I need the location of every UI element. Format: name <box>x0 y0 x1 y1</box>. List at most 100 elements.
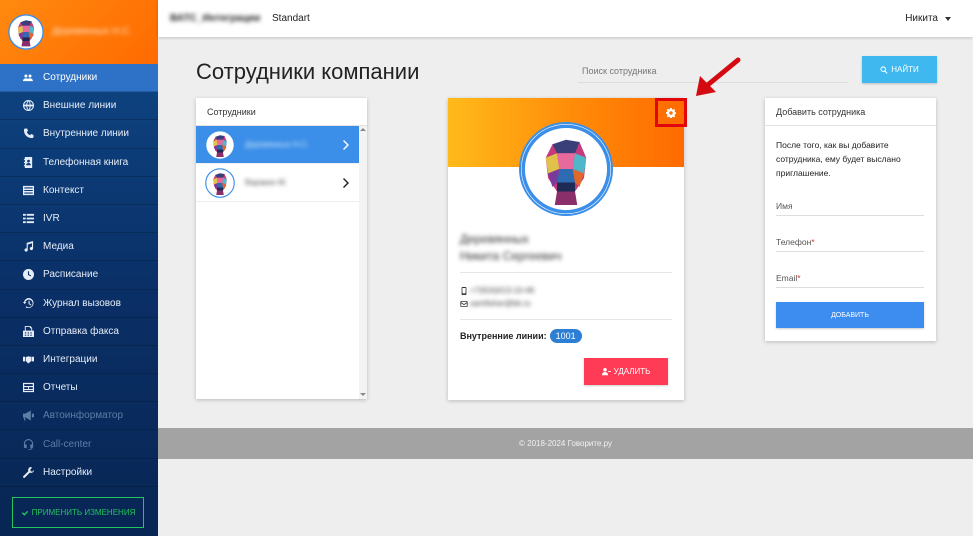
sidebar-item-13[interactable]: Автоинформатор <box>0 402 158 431</box>
search-icon <box>880 65 888 74</box>
employee-list-scrollbar[interactable] <box>359 126 367 399</box>
sidebar-item-5[interactable]: Контекст <box>0 177 158 205</box>
sidebar-item-12[interactable]: Отчеты <box>0 374 158 403</box>
users-icon <box>22 72 34 84</box>
sidebar-item-8[interactable]: Расписание <box>0 261 158 290</box>
sidebar-item-label: Настройки <box>43 466 93 478</box>
user-minus-icon <box>601 367 611 376</box>
sidebar-item-label: Автоинформатор <box>43 410 124 422</box>
card-divider <box>460 319 672 320</box>
phone-icon <box>22 128 34 140</box>
sidebar-item-label: Сотрудники <box>43 72 98 84</box>
sidebar-item-4[interactable]: Телефонная книга <box>0 149 158 177</box>
sidebar-item-10[interactable]: Отправка факса <box>0 318 158 346</box>
employee-avatar-small <box>205 168 235 198</box>
required-mark: * <box>797 273 801 283</box>
add-employee-button[interactable]: ДОБАВИТЬ <box>776 302 924 328</box>
employee-list-item[interactable]: Варакин М. <box>196 164 367 202</box>
employee-given-name: Никита Сергеевич <box>460 249 562 263</box>
employee-list-item[interactable]: Деревянных Н.С. <box>196 126 367 164</box>
clock-icon <box>22 269 34 281</box>
sidebar-item-2[interactable]: Внешние линии <box>0 92 158 121</box>
sidebar-item-label: Контекст <box>43 184 85 196</box>
wrench-icon <box>22 466 34 478</box>
check-icon <box>21 510 28 516</box>
sidebar-item-label: IVR <box>43 213 60 225</box>
employee-avatar-small <box>205 130 235 160</box>
sidebar-item-3[interactable]: Внутренние линии <box>0 120 158 149</box>
card-divider <box>460 272 672 273</box>
sidebar-item-label: Внутренние линии <box>43 128 129 140</box>
internal-lines-row: Внутренние линии: 1001 <box>460 329 582 343</box>
employee-list: Деревянных Н.С. Варакин М. <box>196 126 367 202</box>
internal-line-badge[interactable]: 1001 <box>549 329 582 343</box>
apply-changes-button[interactable]: ПРИМЕНИТЬ ИЗМЕНЕНИЯ <box>12 497 144 528</box>
internal-lines-label: Внутренние линии: <box>460 331 547 341</box>
sidebar-item-7[interactable]: Медиа <box>0 233 158 262</box>
sidebar-item-9[interactable]: Журнал вызовов <box>0 290 158 318</box>
required-mark: * <box>811 237 815 247</box>
scroll-up-icon[interactable] <box>360 128 366 131</box>
report-icon <box>22 382 34 394</box>
sidebar-item-15[interactable]: Настройки <box>0 459 158 487</box>
sidebar-item-label: Call-center <box>43 438 92 450</box>
sidebar-item-label: Отправка факса <box>43 325 119 337</box>
gear-icon <box>666 107 676 118</box>
sidebar-user-name: Деревянных Н.С. <box>52 26 133 37</box>
sidebar-item-11[interactable]: Интеграции <box>0 346 158 375</box>
globe-icon <box>22 100 34 112</box>
sidebar-item-label: Внешние линии <box>43 100 117 112</box>
employee-email: samfisher@bk.ru <box>470 299 531 308</box>
name-field-label: Имя <box>776 201 793 211</box>
add-employee-description: После того, как вы добавите сотрудника, … <box>776 140 901 178</box>
handshake-icon <box>22 353 34 365</box>
sidebar-item-label: Медиа <box>43 241 74 253</box>
apply-changes-label: ПРИМЕНИТЬ ИЗМЕНЕНИЯ <box>31 508 136 517</box>
delete-employee-label: УДАЛИТЬ <box>613 367 651 376</box>
search-button-label: НАЙТИ <box>891 65 919 74</box>
employee-phone: +7(916)013-10-46 <box>470 286 535 295</box>
list-icon <box>22 184 34 196</box>
plan-name: Standart <box>272 13 310 24</box>
ivr-icon <box>22 213 34 225</box>
employee-settings-button[interactable] <box>655 98 687 127</box>
delete-employee-button[interactable]: УДАЛИТЬ <box>584 358 668 385</box>
employee-profile-card: Деревянных Никита Сергеевич +7(916)013-1… <box>448 98 687 400</box>
phone-field[interactable]: Телефон * <box>776 230 924 252</box>
employee-surname: Деревянных <box>460 232 529 246</box>
sidebar: Деревянных Н.С. Сотрудники Внешние линии В… <box>0 0 158 536</box>
employee-list-name: Деревянных Н.С. <box>245 140 310 149</box>
sidebar-item-label: Телефонная книга <box>43 156 129 168</box>
employee-list-name: Варакин М. <box>245 178 288 187</box>
email-field-label: Email <box>776 273 798 283</box>
scroll-down-icon[interactable] <box>360 393 366 396</box>
chevron-right-icon <box>343 139 349 150</box>
fax-icon <box>22 325 34 337</box>
annotation-arrow-icon <box>696 57 741 96</box>
user-menu[interactable]: Никита <box>905 13 951 24</box>
company-name: ВАТС_Интеграции <box>170 13 261 24</box>
music-icon <box>22 241 34 253</box>
add-employee-header: Добавить сотрудника <box>765 98 936 126</box>
sidebar-item-label: Отчеты <box>43 382 78 394</box>
search-button[interactable]: НАЙТИ <box>862 56 937 83</box>
mobile-phone-icon <box>461 286 467 295</box>
megaphone-icon <box>22 410 34 422</box>
employee-full-name: Деревянных Никита Сергеевич <box>460 231 660 265</box>
name-field[interactable]: Имя <box>776 194 924 216</box>
phone-field-label: Телефон <box>776 237 812 247</box>
sidebar-profile[interactable]: Деревянных Н.С. <box>0 0 158 64</box>
employee-avatar <box>519 122 613 216</box>
employee-list-panel: Сотрудники Деревянных Н.С. Варакин М. <box>196 98 367 399</box>
top-bar: ВАТС_Интеграции Standart Никита <box>158 0 973 37</box>
sidebar-item-6[interactable]: IVR <box>0 205 158 234</box>
sidebar-item-label: Журнал вызовов <box>43 297 121 309</box>
user-avatar[interactable] <box>8 14 44 50</box>
address-book-icon <box>22 156 34 168</box>
sidebar-item-1[interactable]: Сотрудники <box>0 64 158 93</box>
sidebar-item-14[interactable]: Call-center <box>0 430 158 459</box>
sidebar-item-label: Расписание <box>43 269 99 281</box>
email-field[interactable]: Email * <box>776 266 924 288</box>
sidebar-nav: Сотрудники Внешние линии Внутренние линии Т… <box>0 64 158 487</box>
page-title: Сотрудники компании <box>196 59 420 84</box>
